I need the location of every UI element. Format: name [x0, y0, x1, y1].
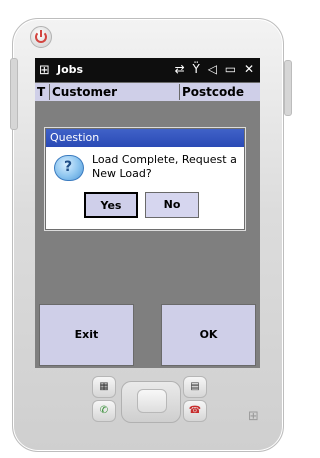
exit-button[interactable]: Exit [39, 304, 134, 366]
device-screen: ⊞ Jobs ⇄ Ÿ ◁ ▭ ✕ T Customer Postcode Que… [35, 58, 260, 368]
title-bar: ⊞ Jobs ⇄ Ÿ ◁ ▭ ✕ [35, 58, 260, 82]
question-bubble-icon [54, 155, 84, 181]
keyboard-key-icon[interactable]: ▤ [183, 376, 207, 398]
no-signal-icon[interactable]: Ÿ [193, 62, 202, 76]
question-dialog: Question Load Complete, Request a New Lo… [45, 128, 245, 230]
divider [35, 296, 260, 298]
connectivity-icon[interactable]: ⇄ [175, 62, 187, 76]
dpad-center-button[interactable] [137, 389, 167, 413]
contacts-key-icon[interactable]: ▦ [92, 376, 116, 398]
power-icon[interactable] [30, 26, 52, 48]
app-title: Jobs [57, 63, 84, 76]
close-icon[interactable]: ✕ [244, 62, 256, 76]
column-header-customer[interactable]: Customer [49, 84, 180, 100]
yes-button[interactable]: Yes [84, 192, 138, 218]
dialog-message: Load Complete, Request a New Load? [92, 153, 237, 180]
dialog-title: Question [46, 129, 244, 147]
volume-icon[interactable]: ◁ [208, 62, 219, 76]
windows-logo-icon: ⊞ [248, 409, 259, 424]
no-button[interactable]: No [145, 192, 199, 218]
side-button-right[interactable] [284, 60, 292, 116]
status-icons[interactable]: ⇄ Ÿ ◁ ▭ ✕ [175, 62, 256, 76]
windows-start-icon[interactable]: ⊞ [39, 63, 50, 78]
column-header-postcode[interactable]: Postcode [179, 84, 260, 100]
column-header-t[interactable]: T [37, 84, 49, 100]
end-call-icon[interactable]: ☎ [183, 400, 207, 422]
call-icon[interactable]: ✆ [92, 400, 116, 422]
battery-icon[interactable]: ▭ [225, 62, 238, 76]
ok-button[interactable]: OK [161, 304, 256, 366]
table-header: T Customer Postcode [35, 82, 260, 102]
side-button-left[interactable] [10, 58, 18, 130]
